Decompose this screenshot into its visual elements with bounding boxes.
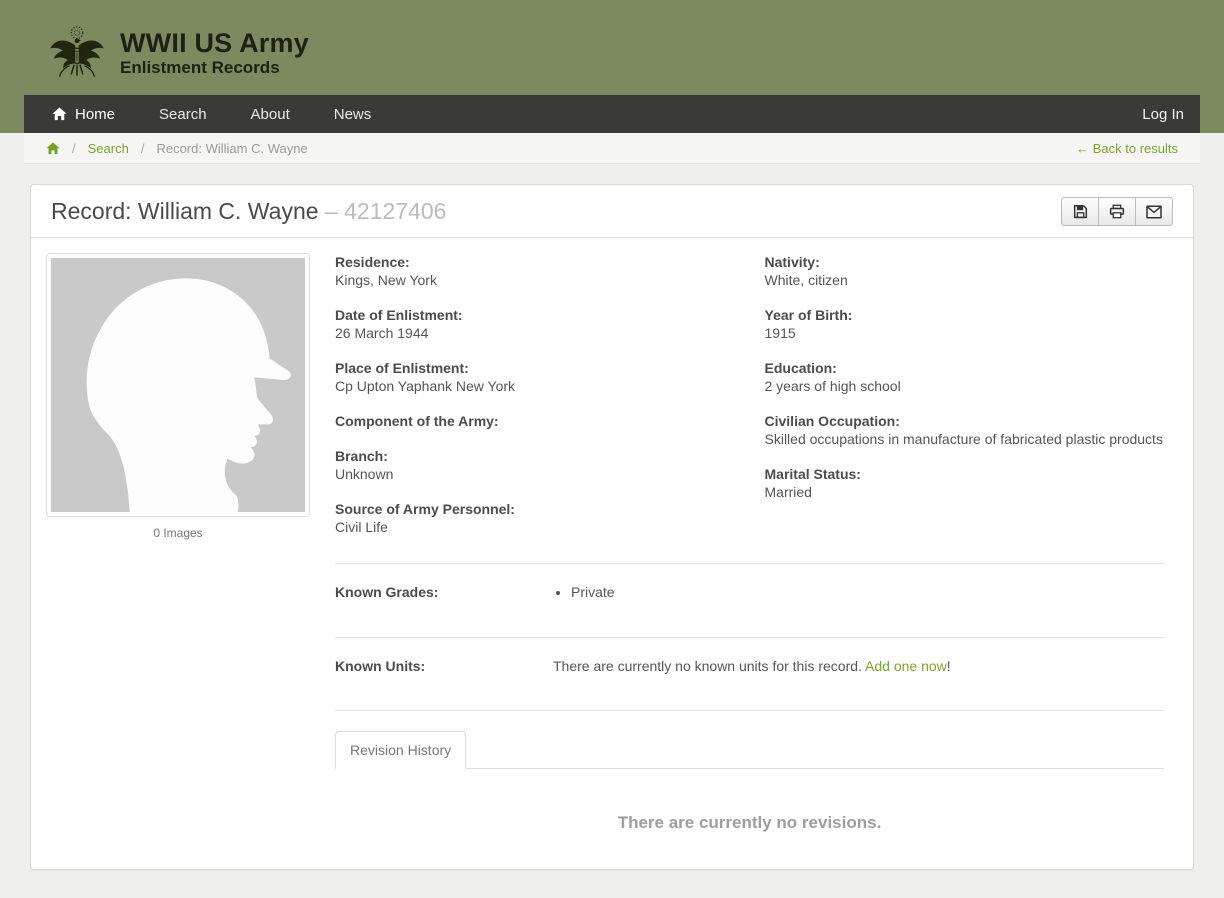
fields-right-column: Nativity: White, citizen Year of Birth: …: [765, 253, 1165, 553]
save-button[interactable]: [1061, 197, 1099, 226]
nav-item-search[interactable]: Search: [137, 95, 229, 133]
field-nativity: Nativity: White, citizen: [764, 254, 848, 288]
breadcrumb-separator: /: [140, 140, 145, 156]
tab-bar: Revision History: [335, 731, 1164, 769]
nav-search-label: Search: [159, 105, 207, 123]
field-component-of-army: Component of the Army:: [335, 413, 499, 429]
field-year-of-birth: Year of Birth: 1915: [764, 307, 853, 341]
page-title: Record: William C. Wayne – 42127406: [51, 198, 446, 225]
main-navbar: Home Search About News Log In: [24, 95, 1200, 133]
back-to-results-link[interactable]: ← Back to results: [1076, 141, 1178, 156]
nav-home-label: Home: [75, 105, 116, 123]
breadcrumb-separator: /: [72, 140, 76, 156]
known-units-message: There are currently no known units for t…: [553, 658, 951, 674]
field-source-of-personnel: Source of Army Personnel: Civil Life: [335, 501, 515, 535]
print-icon: [1109, 204, 1125, 219]
images-count-caption: 0 Images: [153, 526, 203, 540]
detail-column: Residence: Kings, New York Date of Enlis…: [335, 253, 1178, 869]
known-grades-list: Private: [553, 584, 1164, 601]
email-icon: [1146, 204, 1162, 218]
no-revisions-message: There are currently no revisions.: [617, 813, 882, 832]
site-subtitle: Enlistment Records: [120, 58, 280, 77]
login-link[interactable]: Log In: [1126, 106, 1200, 123]
revision-history-panel: There are currently no revisions.: [335, 769, 1164, 869]
save-icon: [1073, 204, 1087, 219]
record-serial: – 42127406: [324, 198, 447, 224]
record-panel: Record: William C. Wayne – 42127406 0 Im…: [30, 184, 1194, 870]
breadcrumb-search-link[interactable]: Search: [88, 141, 129, 156]
field-marital-status: Marital Status: Married: [764, 466, 861, 500]
photo-thumbnail: [46, 253, 310, 517]
page: WWII US Army Enlistment Records Home Sea…: [0, 0, 1224, 870]
photo-column: 0 Images: [46, 253, 335, 869]
nav-about-label: About: [250, 105, 290, 123]
breadcrumb-home-link[interactable]: [46, 141, 60, 155]
known-grades-section: Known Grades: Private: [335, 564, 1164, 627]
print-button[interactable]: [1098, 197, 1136, 226]
field-residence: Residence: Kings, New York: [335, 254, 437, 288]
nav-item-home[interactable]: Home: [24, 95, 137, 133]
add-unit-link[interactable]: Add one now: [865, 658, 947, 674]
field-branch: Branch: Unknown: [335, 448, 394, 482]
field-civilian-occupation: Civilian Occupation: Skilled occupations…: [764, 413, 1163, 447]
grade-item: Private: [571, 584, 1164, 601]
header-band: WWII US Army Enlistment Records Home Sea…: [0, 0, 1224, 133]
home-icon: [52, 107, 67, 121]
breadcrumb: / Search / Record: William C. Wayne ← Ba…: [24, 133, 1200, 164]
nav-news-label: News: [333, 105, 372, 123]
revision-tabs: Revision History There are currently no …: [335, 731, 1164, 869]
brand: WWII US Army Enlistment Records: [24, 0, 1200, 95]
divider: [335, 710, 1164, 711]
email-button[interactable]: [1135, 197, 1173, 226]
soldier-silhouette-placeholder-icon: [51, 258, 305, 512]
nav-item-news[interactable]: News: [312, 95, 394, 133]
known-units-label: Known Units:: [335, 658, 426, 674]
eagle-seal-logo-icon: [50, 26, 104, 77]
known-units-section: Known Units: There are currently no know…: [335, 638, 1164, 700]
field-place-of-enlistment: Place of Enlistment: Cp Upton Yaphank Ne…: [335, 360, 516, 394]
breadcrumb-current: Record: William C. Wayne: [156, 140, 308, 156]
record-name: Record: William C. Wayne: [51, 198, 319, 224]
site-title: WWII US Army: [120, 28, 309, 58]
field-date-of-enlistment: Date of Enlistment: 26 March 1944: [335, 307, 463, 341]
tab-revision-history[interactable]: Revision History: [335, 731, 467, 769]
field-education: Education: 2 years of high school: [764, 360, 901, 394]
fields-left-column: Residence: Kings, New York Date of Enlis…: [335, 253, 765, 553]
record-toolbar: [1061, 197, 1173, 226]
home-icon: [46, 141, 60, 154]
nav-item-about[interactable]: About: [229, 95, 312, 133]
record-panel-heading: Record: William C. Wayne – 42127406: [31, 185, 1193, 238]
known-grades-label: Known Grades:: [335, 584, 439, 600]
